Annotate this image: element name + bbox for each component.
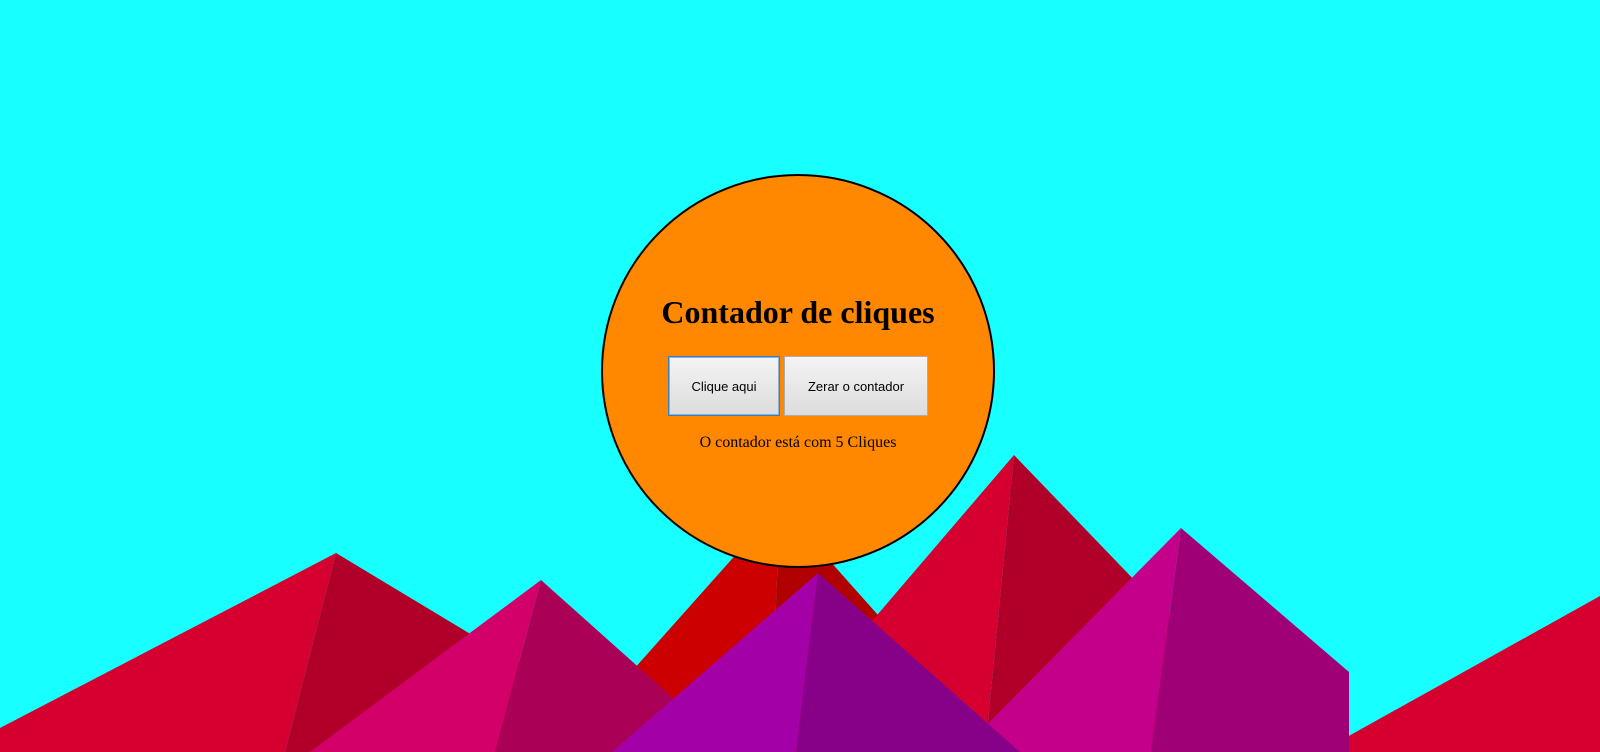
click-button[interactable]: Clique aqui (668, 356, 780, 416)
button-group: Clique aqui Zerar o contador (603, 356, 993, 416)
counter-circle: Contador de cliques Clique aqui Zerar o … (601, 174, 995, 568)
page-title: Contador de cliques (661, 294, 935, 330)
counter-status: O contador está com 5 Cliques (699, 434, 897, 451)
reset-button[interactable]: Zerar o contador (784, 356, 928, 416)
